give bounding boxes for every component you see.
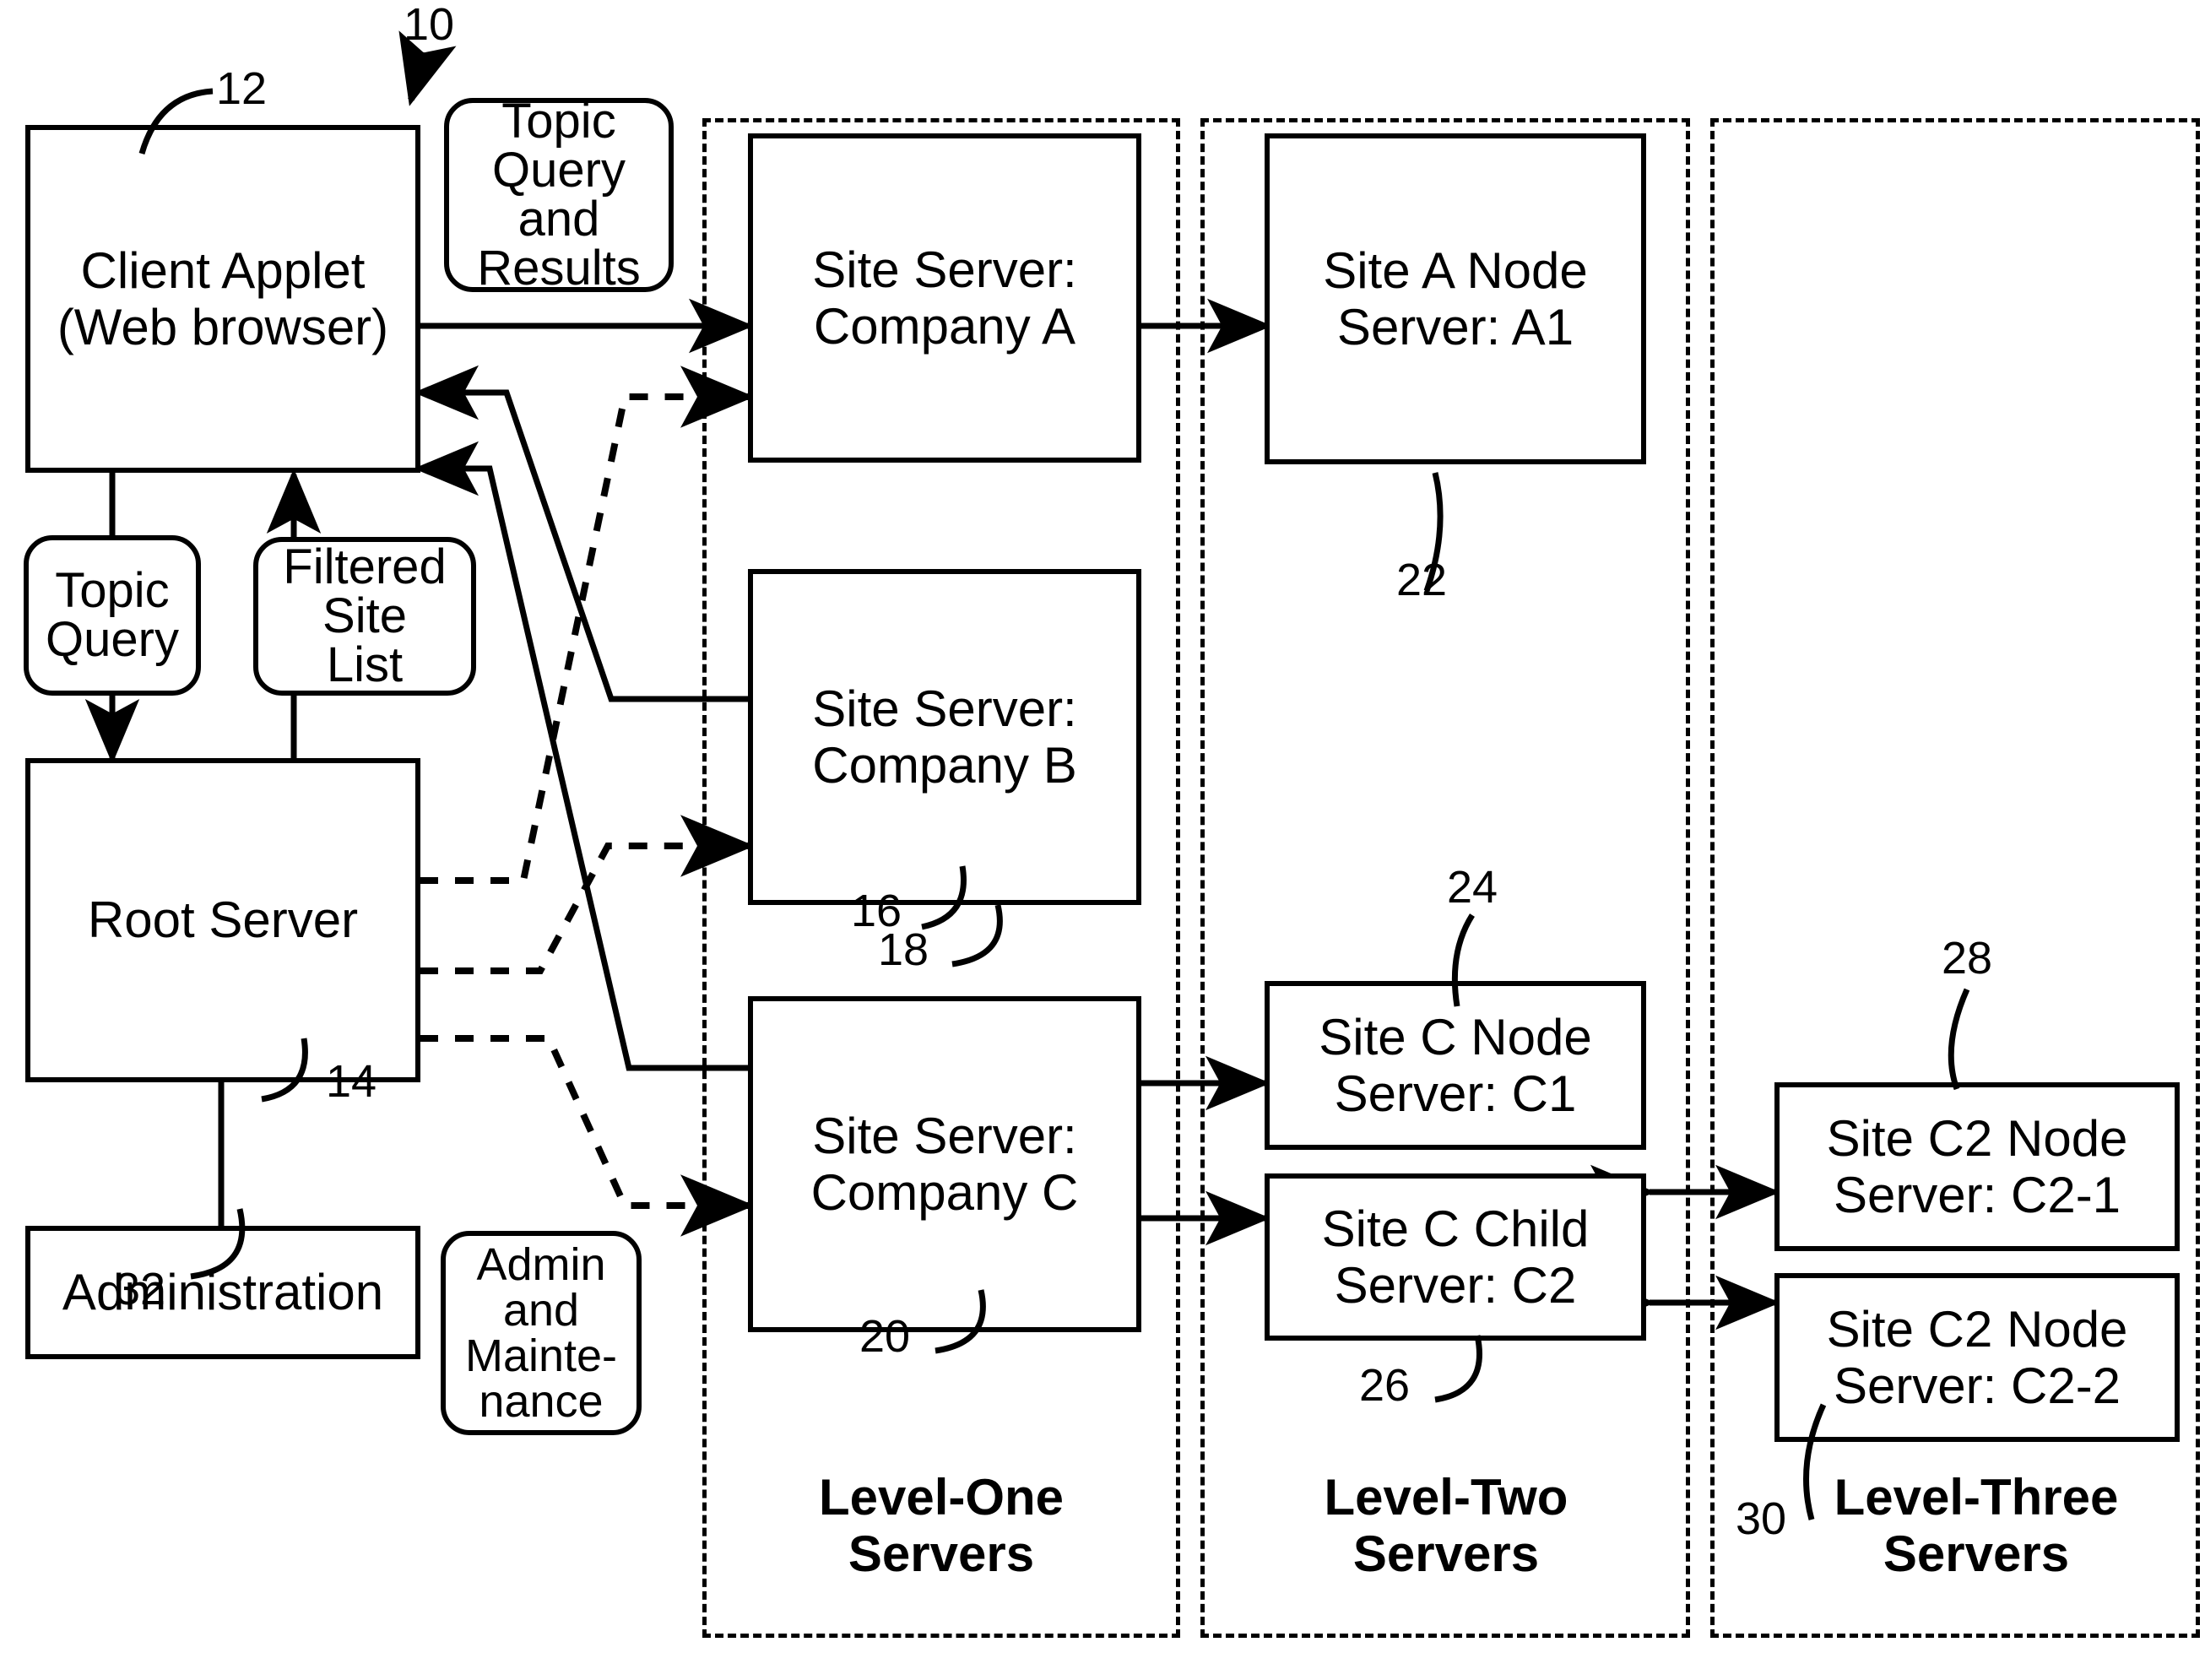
admin-and-maintenance-label: Admin and Mainte- nance [464, 1239, 618, 1427]
ref-12: 12 [216, 63, 268, 114]
site-c-node-server-c1-box[interactable]: Site C Node Server: C1 [1265, 981, 1646, 1150]
site-server-company-b-box[interactable]: Site Server: Company B [748, 569, 1141, 905]
site-c2-node-server-c2-1-box[interactable]: Site C2 Node Server: C2-1 [1774, 1082, 2180, 1251]
root-server-label: Root Server [87, 891, 359, 949]
root-server-box[interactable]: Root Server [25, 758, 420, 1082]
site-server-company-a-box[interactable]: Site Server: Company A [748, 133, 1141, 463]
site-server-company-c-box[interactable]: Site Server: Company C [748, 996, 1141, 1332]
site-server-company-c-label: Site Server: Company C [810, 1107, 1079, 1221]
filtered-site-list-bubble: Filtered Site List [253, 537, 476, 696]
group-label-level-two: Level-Two Servers [1324, 1469, 1568, 1583]
ref-26: 26 [1359, 1360, 1411, 1411]
site-c-child-server-c2-label: Site C Child Server: C2 [1321, 1200, 1590, 1314]
site-c-node-server-c1-label: Site C Node Server: C1 [1319, 1008, 1592, 1122]
site-c-child-server-c2-box[interactable]: Site C Child Server: C2 [1265, 1173, 1646, 1341]
client-applet-box[interactable]: Client Applet (Web browser) [25, 125, 420, 473]
site-c2-node-server-c2-2-box[interactable]: Site C2 Node Server: C2-2 [1774, 1273, 2180, 1442]
site-a-node-server-a1-label: Site A Node Server: A1 [1323, 241, 1588, 355]
topic-query-and-results-bubble: Topic Query and Results [444, 94, 674, 295]
site-server-company-a-label: Site Server: Company A [812, 241, 1077, 355]
ref-30: 30 [1736, 1493, 1787, 1544]
wire-root-to-siteC-dotted [352, 1007, 755, 1237]
ref-22-visible: 22 [1396, 555, 1448, 605]
ref-14: 14 [326, 1056, 377, 1107]
administration-box[interactable]: Administration [25, 1226, 420, 1359]
ref-24: 24 [1447, 862, 1498, 913]
topic-query-bubble: Topic Query [24, 535, 201, 696]
site-a-node-server-a1-box[interactable]: Site A Node Server: A1 [1265, 133, 1646, 464]
ref-18: 18 [878, 924, 929, 975]
patent-figure-canvas: Site Server: Company A (double headed) -… [0, 0, 2205, 1680]
topic-query-label: Topic Query [46, 563, 179, 667]
client-applet-label: Client Applet (Web browser) [57, 241, 389, 355]
admin-and-maintenance-bubble: Admin and Mainte- nance [441, 1231, 642, 1435]
site-server-company-b-label: Site Server: Company B [812, 680, 1077, 794]
ref-10: 10 [404, 0, 455, 50]
site-c2-node-server-c2-2-label: Site C2 Node Server: C2-2 [1826, 1300, 2128, 1414]
group-label-level-three: Level-Three Servers [1834, 1469, 2119, 1583]
filtered-site-list-label: Filtered Site List [283, 539, 447, 692]
site-c2-node-server-c2-1-label: Site C2 Node Server: C2-1 [1826, 1109, 2128, 1223]
wire-root-to-siteB-dotted [352, 815, 755, 1002]
administration-label: Administration [62, 1264, 384, 1321]
ref-28: 28 [1942, 933, 1993, 984]
topic-query-and-results-label: Topic Query and Results [477, 94, 641, 295]
group-label-level-one: Level-One Servers [818, 1469, 1065, 1583]
ref-20: 20 [859, 1311, 911, 1362]
ref-32: 32 [115, 1264, 166, 1314]
